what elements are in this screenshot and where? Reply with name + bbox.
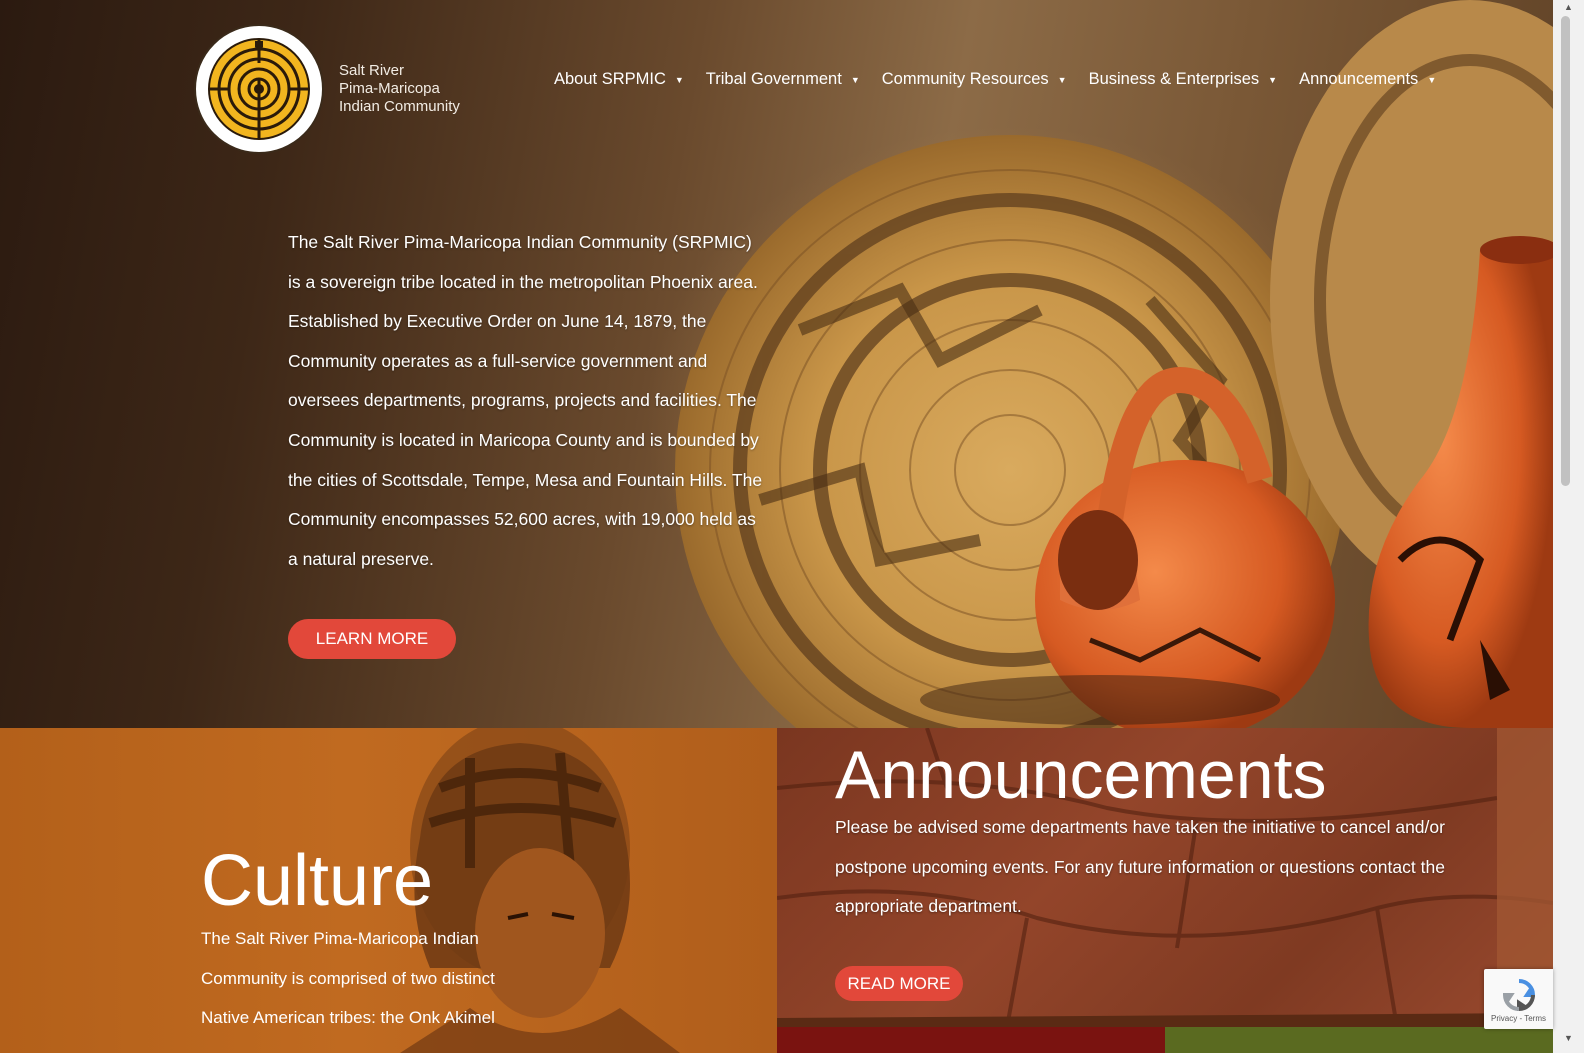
org-name-line-2: Pima-Maricopa	[339, 80, 440, 97]
nav-item-announcements[interactable]: Announcements ▼	[1299, 70, 1436, 89]
page-scrollbar[interactable]: ▲ ▼	[1553, 0, 1584, 1053]
main-nav: About SRPMIC ▼ Tribal Government ▼ Commu…	[554, 70, 1458, 89]
nav-item-label: About SRPMIC	[554, 70, 666, 88]
caret-down-icon: ▼	[850, 74, 860, 85]
site-logo[interactable]: Salt River Pima-Maricopa Indian Communit…	[193, 23, 460, 155]
read-more-button[interactable]: READ MORE	[835, 966, 963, 1001]
caret-down-icon: ▼	[674, 74, 684, 85]
nav-item-business-enterprises[interactable]: Business & Enterprises ▼	[1089, 70, 1278, 89]
caret-down-icon: ▼	[1057, 74, 1067, 85]
hero-intro-text: The Salt River Pima-Maricopa Indian Comm…	[288, 232, 763, 569]
hero-section: Salt River Pima-Maricopa Indian Communit…	[0, 0, 1553, 728]
org-name-line-3: Indian Community	[339, 98, 460, 115]
nav-item-label: Announcements	[1299, 70, 1419, 88]
scroll-up-arrow-icon[interactable]: ▲	[1553, 0, 1584, 14]
nav-item-community-resources[interactable]: Community Resources ▼	[882, 70, 1067, 89]
nav-item-label: Business & Enterprises	[1088, 70, 1260, 88]
scroll-down-arrow-icon[interactable]: ▼	[1553, 1031, 1584, 1045]
nav-item-tribal-government[interactable]: Tribal Government ▼	[706, 70, 860, 89]
announcements-title: Announcements	[835, 737, 1327, 813]
org-name-line-1: Salt River	[339, 62, 405, 79]
announcements-section: Announcements Please be advised some dep…	[777, 728, 1553, 1027]
nav-item-label: Tribal Government	[705, 70, 842, 88]
caret-down-icon: ▼	[1268, 74, 1278, 85]
announcements-text: Please be advised some departments have …	[835, 817, 1445, 917]
culture-title: Culture	[201, 841, 434, 921]
section-tile-green[interactable]	[1165, 1027, 1553, 1053]
caret-down-icon: ▼	[1427, 74, 1437, 85]
culture-text: The Salt River Pima-Maricopa Indian Comm…	[201, 929, 495, 1028]
section-tile-red[interactable]	[777, 1027, 1165, 1053]
learn-more-button[interactable]: LEARN MORE	[288, 619, 456, 659]
culture-section[interactable]: Culture The Salt River Pima-Maricopa Ind…	[0, 728, 777, 1053]
recaptcha-badge[interactable]: Privacy - Terms	[1484, 969, 1553, 1029]
scroll-thumb[interactable]	[1561, 16, 1570, 486]
nav-item-label: Community Resources	[881, 70, 1049, 88]
org-name: Salt River Pima-Maricopa Indian Communit…	[339, 62, 460, 116]
nav-item-about[interactable]: About SRPMIC ▼	[554, 70, 684, 89]
recaptcha-icon	[1502, 979, 1536, 1012]
recaptcha-terms[interactable]: Privacy - Terms	[1484, 1014, 1553, 1023]
great-seal-logo	[194, 24, 324, 154]
